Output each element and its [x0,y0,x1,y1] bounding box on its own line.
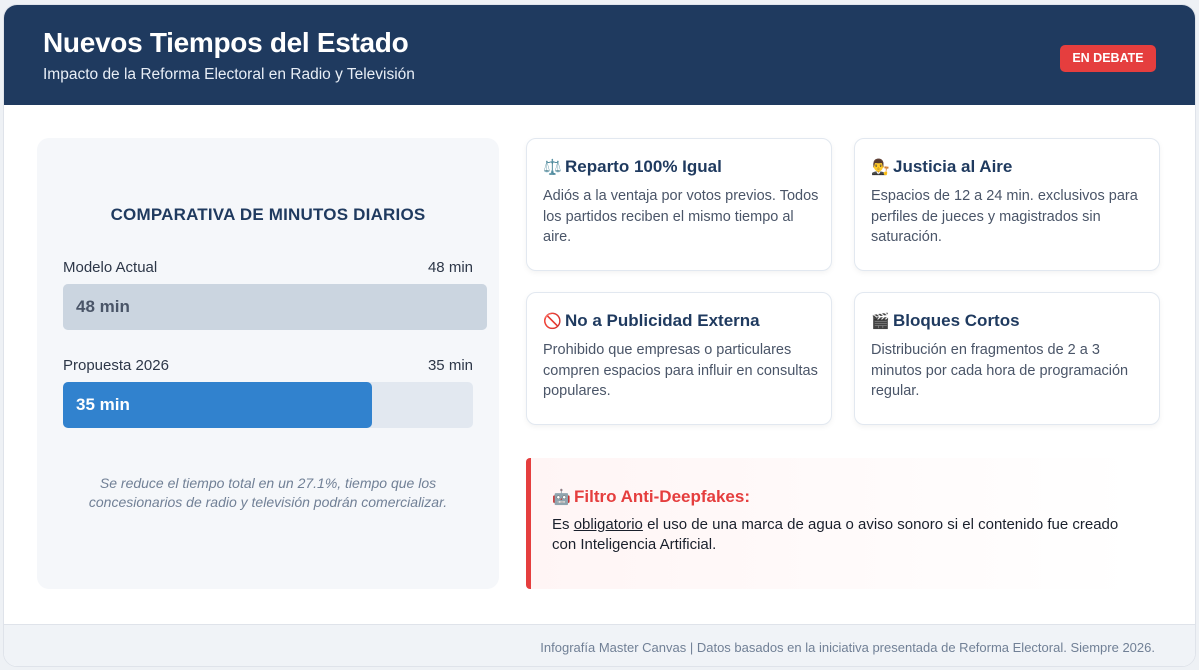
deepfake-alert: 🤖 Filtro Anti-Deepfakes: Es obligatorio e… [526,458,1134,589]
current-model-bar-track: 48 min [63,284,487,330]
card-justice-on-air: 👨‍⚖️ Justicia al Aire Espacios de 12 a 24… [854,138,1160,271]
header: Nuevos Tiempos del Estado Impacto de la … [4,5,1195,105]
card-text: Distribución en fragmentos de 2 a 3 minu… [871,342,1129,399]
clapperboard-icon: 🎬 [871,313,890,330]
current-model-bar: 48 min [63,284,487,330]
proposal-bar: 35 min [63,382,372,428]
alert-text: Es obligatorio el uso de una marca de ag… [552,515,1132,555]
card-title-text: Justicia al Aire [893,157,1013,176]
card-title: ⚖️ Reparto 100% Igual [543,157,722,177]
page-subtitle: Impacto de la Reforma Electoral en Radio… [43,66,415,83]
card-title-text: Bloques Cortos [893,311,1020,330]
alert-text-emphasis: obligatorio [573,516,643,533]
alert-title-text: Filtro Anti-Deepfakes: [574,487,751,506]
judge-icon: 👨‍⚖️ [871,159,890,176]
card-title: 👨‍⚖️ Justicia al Aire [871,157,1012,177]
card-short-blocks: 🎬 Bloques Cortos Distribución en fragment… [854,292,1160,425]
card-equal-distribution: ⚖️ Reparto 100% Igual Adiós a la ventaja … [526,138,832,271]
robot-icon: 🤖 [552,489,571,506]
card-no-external-ads: 🚫 No a Publicidad Externa Prohibido que e… [526,292,832,425]
footer-credits: Infografía Master Canvas | Datos basados… [540,640,1155,655]
infographic-frame: Nuevos Tiempos del Estado Impacto de la … [3,4,1196,667]
proposal-bar-track: 35 min [63,382,473,428]
current-model-value: 48 min [427,259,473,276]
alert-title: 🤖 Filtro Anti-Deepfakes: [552,487,750,507]
card-text: Espacios de 12 a 24 min. exclusivos para… [871,188,1138,245]
proposal-value: 35 min [427,357,473,374]
card-text: Adiós a la ventaja por votos previos. To… [543,188,819,245]
card-title-text: Reparto 100% Igual [565,157,722,176]
alert-text-before: Es [552,516,574,533]
card-title: 🎬 Bloques Cortos [871,311,1020,331]
card-title-text: No a Publicidad Externa [565,311,760,330]
comparison-note: Se reduce el tiempo total en un 27.1%, t… [88,475,448,510]
comparison-title: COMPARATIVA DE MINUTOS DIARIOS [110,205,426,224]
footer: Infografía Master Canvas | Datos basados… [4,624,1195,666]
page-title: Nuevos Tiempos del Estado [43,27,409,58]
prohibited-icon: 🚫 [543,313,562,330]
current-model-label: Modelo Actual [63,259,158,276]
proposal-label: Propuesta 2026 [63,357,169,374]
status-badge: EN DEBATE [1060,45,1156,72]
card-text: Prohibido que empresas o particulares co… [543,342,818,399]
card-title: 🚫 No a Publicidad Externa [543,311,760,331]
comparison-panel: COMPARATIVA DE MINUTOS DIARIOS Modelo Ac… [37,138,499,589]
scales-icon: ⚖️ [543,159,562,176]
